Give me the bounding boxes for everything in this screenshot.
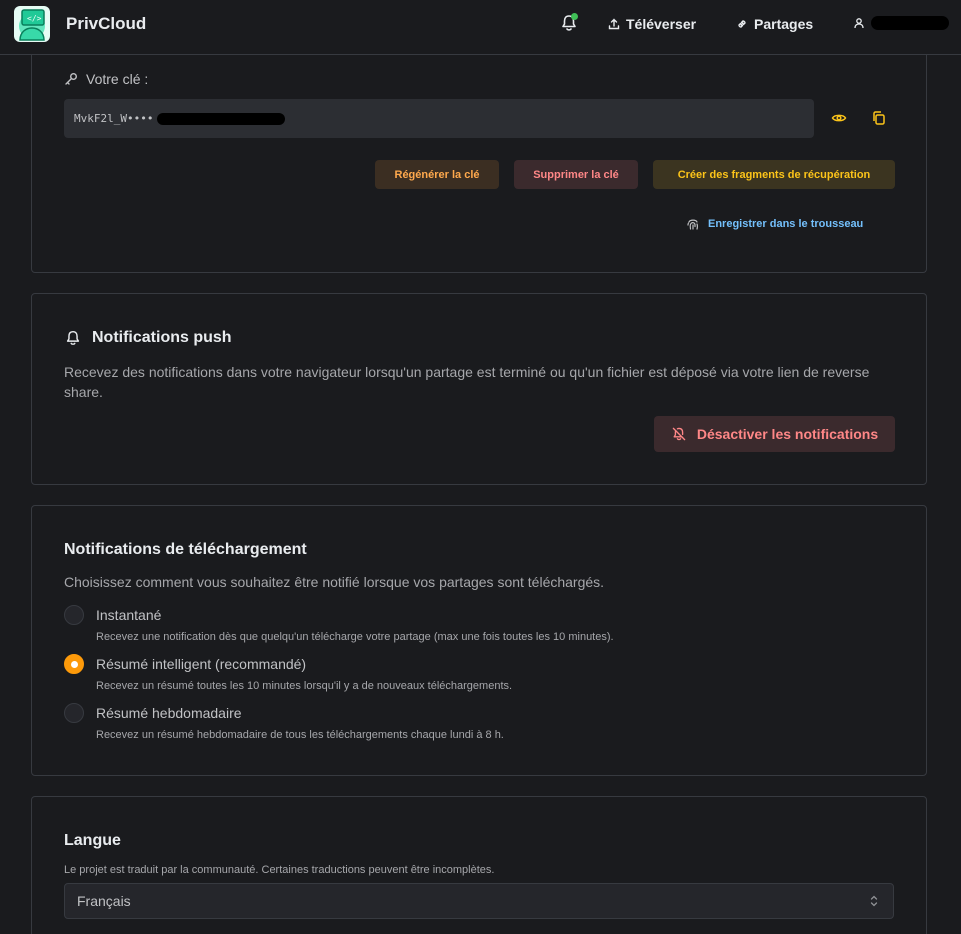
language-card: Langue Le projet est traduit par la comm… [31, 796, 927, 934]
radio-weekly-digest-control[interactable] [64, 703, 84, 723]
save-to-keyring-label: Enregistrer dans le trousseau [708, 218, 864, 230]
push-notifications-card: Notifications push Recevez des notificat… [31, 293, 927, 485]
nav-shares-link[interactable]: Partages [736, 16, 813, 32]
push-title: Notifications push [92, 329, 232, 346]
key-label-row: Votre clé : [64, 71, 148, 87]
language-selected-value: Français [77, 893, 131, 909]
key-icon [65, 73, 77, 85]
key-label: Votre clé : [86, 71, 149, 87]
radio-weekly-digest[interactable]: Résumé hebdomadaire [64, 703, 242, 723]
disable-notifications-button[interactable]: Désactiver les notifications [654, 416, 895, 452]
radio-instant-control[interactable] [64, 605, 84, 625]
chevron-up-down-icon [870, 895, 878, 907]
redacted-username [871, 16, 949, 30]
link-icon [738, 20, 746, 28]
save-to-keyring-button[interactable]: Enregistrer dans le trousseau [686, 217, 863, 231]
language-description: Le projet est traduit par la communauté.… [64, 864, 495, 876]
svg-text:</>: </> [27, 14, 42, 23]
delete-key-button[interactable]: Supprimer la clé [514, 160, 638, 189]
radio-smart-digest-description: Recevez un résumé toutes les 10 minutes … [96, 680, 513, 692]
disable-notifications-label: Désactiver les notifications [696, 426, 879, 442]
nav-upload-link[interactable]: Téléverser [608, 16, 696, 32]
language-title: Langue [64, 832, 121, 849]
radio-weekly-digest-label: Résumé hebdomadaire [96, 705, 242, 721]
regenerate-key-button[interactable]: Régénérer la clé [375, 160, 499, 189]
show-key-button[interactable] [828, 107, 850, 129]
nav-upload-label: Téléverser [626, 16, 697, 32]
radio-instant[interactable]: Instantané [64, 605, 161, 625]
language-select[interactable]: Français [64, 883, 894, 919]
app-header: </> PrivCloud Téléverser Partages [0, 0, 961, 55]
radio-smart-digest-label: Résumé intelligent (recommandé) [96, 656, 307, 672]
encryption-key-card: Votre clé : MvkF2l_W•••• Régénérer la cl… [31, 40, 927, 273]
push-title-row: Notifications push [64, 329, 232, 347]
copy-key-button[interactable] [868, 107, 890, 129]
bell-icon [66, 330, 80, 345]
notifications-bell-icon[interactable] [559, 13, 579, 33]
create-recovery-fragments-button[interactable]: Créer des fragments de récupération [653, 160, 895, 189]
radio-smart-digest[interactable]: Résumé intelligent (recommandé) [64, 654, 306, 674]
download-notifications-title: Notifications de téléchargement [64, 541, 307, 558]
radio-instant-description: Recevez une notification dès que quelqu'… [96, 631, 614, 643]
download-notifications-card: Notifications de téléchargement Choisiss… [31, 505, 927, 776]
app-logo[interactable]: </> [14, 6, 50, 42]
upload-icon [608, 18, 620, 30]
key-value-text: MvkF2l_W•••• [74, 112, 154, 125]
user-icon [854, 18, 864, 29]
push-description: Recevez des notifications dans votre nav… [64, 364, 870, 400]
radio-weekly-digest-description: Recevez un résumé hebdomadaire de tous l… [96, 729, 504, 741]
download-notifications-description: Choisissez comment vous souhaitez être n… [64, 574, 605, 590]
user-menu[interactable] [853, 16, 949, 30]
fingerprint-icon [687, 219, 698, 230]
app-brand[interactable]: PrivCloud [66, 14, 146, 34]
radio-instant-label: Instantané [96, 607, 162, 623]
redacted-key [157, 112, 286, 125]
status-dot [571, 13, 578, 20]
bell-off-icon [672, 427, 686, 441]
copy-icon [873, 111, 885, 125]
eye-icon [831, 114, 847, 122]
nav-shares-label: Partages [754, 16, 814, 32]
radio-smart-digest-control[interactable] [64, 654, 84, 674]
key-value-field[interactable]: MvkF2l_W•••• [64, 99, 814, 138]
